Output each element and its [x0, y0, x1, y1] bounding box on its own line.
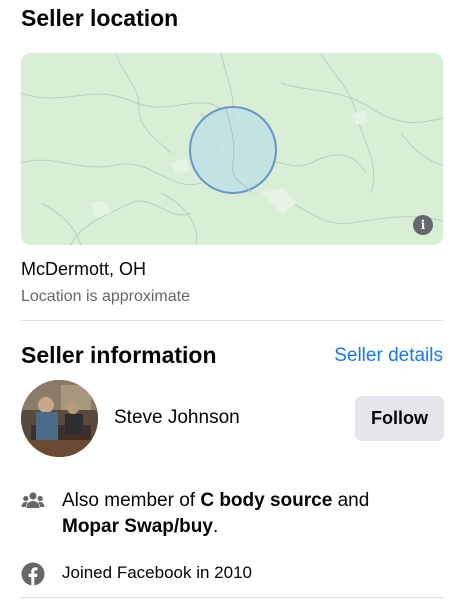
avatar-photo — [21, 380, 98, 457]
follow-button[interactable]: Follow — [355, 396, 444, 441]
group-link-mopar-swap-buy[interactable]: Mopar Swap/buy — [62, 516, 213, 537]
seller-details-link[interactable]: Seller details — [334, 345, 443, 367]
info-icon[interactable]: i — [413, 215, 433, 235]
facebook-icon — [21, 562, 45, 586]
seller-information-title: Seller information — [21, 342, 217, 368]
group-link-c-body-source[interactable]: C body source — [200, 490, 332, 511]
group-membership-text: Also member of C body source and Mopar S… — [62, 488, 432, 540]
section-divider — [21, 320, 443, 321]
joined-facebook-text: Joined Facebook in 2010 — [62, 563, 252, 582]
location-approx-note: Location is approximate — [21, 288, 190, 305]
map-background — [21, 53, 443, 245]
membership-prefix: Also member of — [62, 490, 201, 511]
seller-location-map[interactable]: i — [21, 53, 443, 245]
seller-location-title: Seller location — [21, 5, 179, 31]
seller-name[interactable]: Steve Johnson — [114, 407, 240, 429]
membership-suffix: . — [212, 516, 219, 537]
section-divider-bottom — [21, 597, 443, 598]
membership-conjunction: and — [332, 490, 370, 511]
seller-city: McDermott, OH — [21, 259, 147, 279]
avatar[interactable] — [21, 380, 98, 457]
groups-icon — [21, 492, 45, 508]
